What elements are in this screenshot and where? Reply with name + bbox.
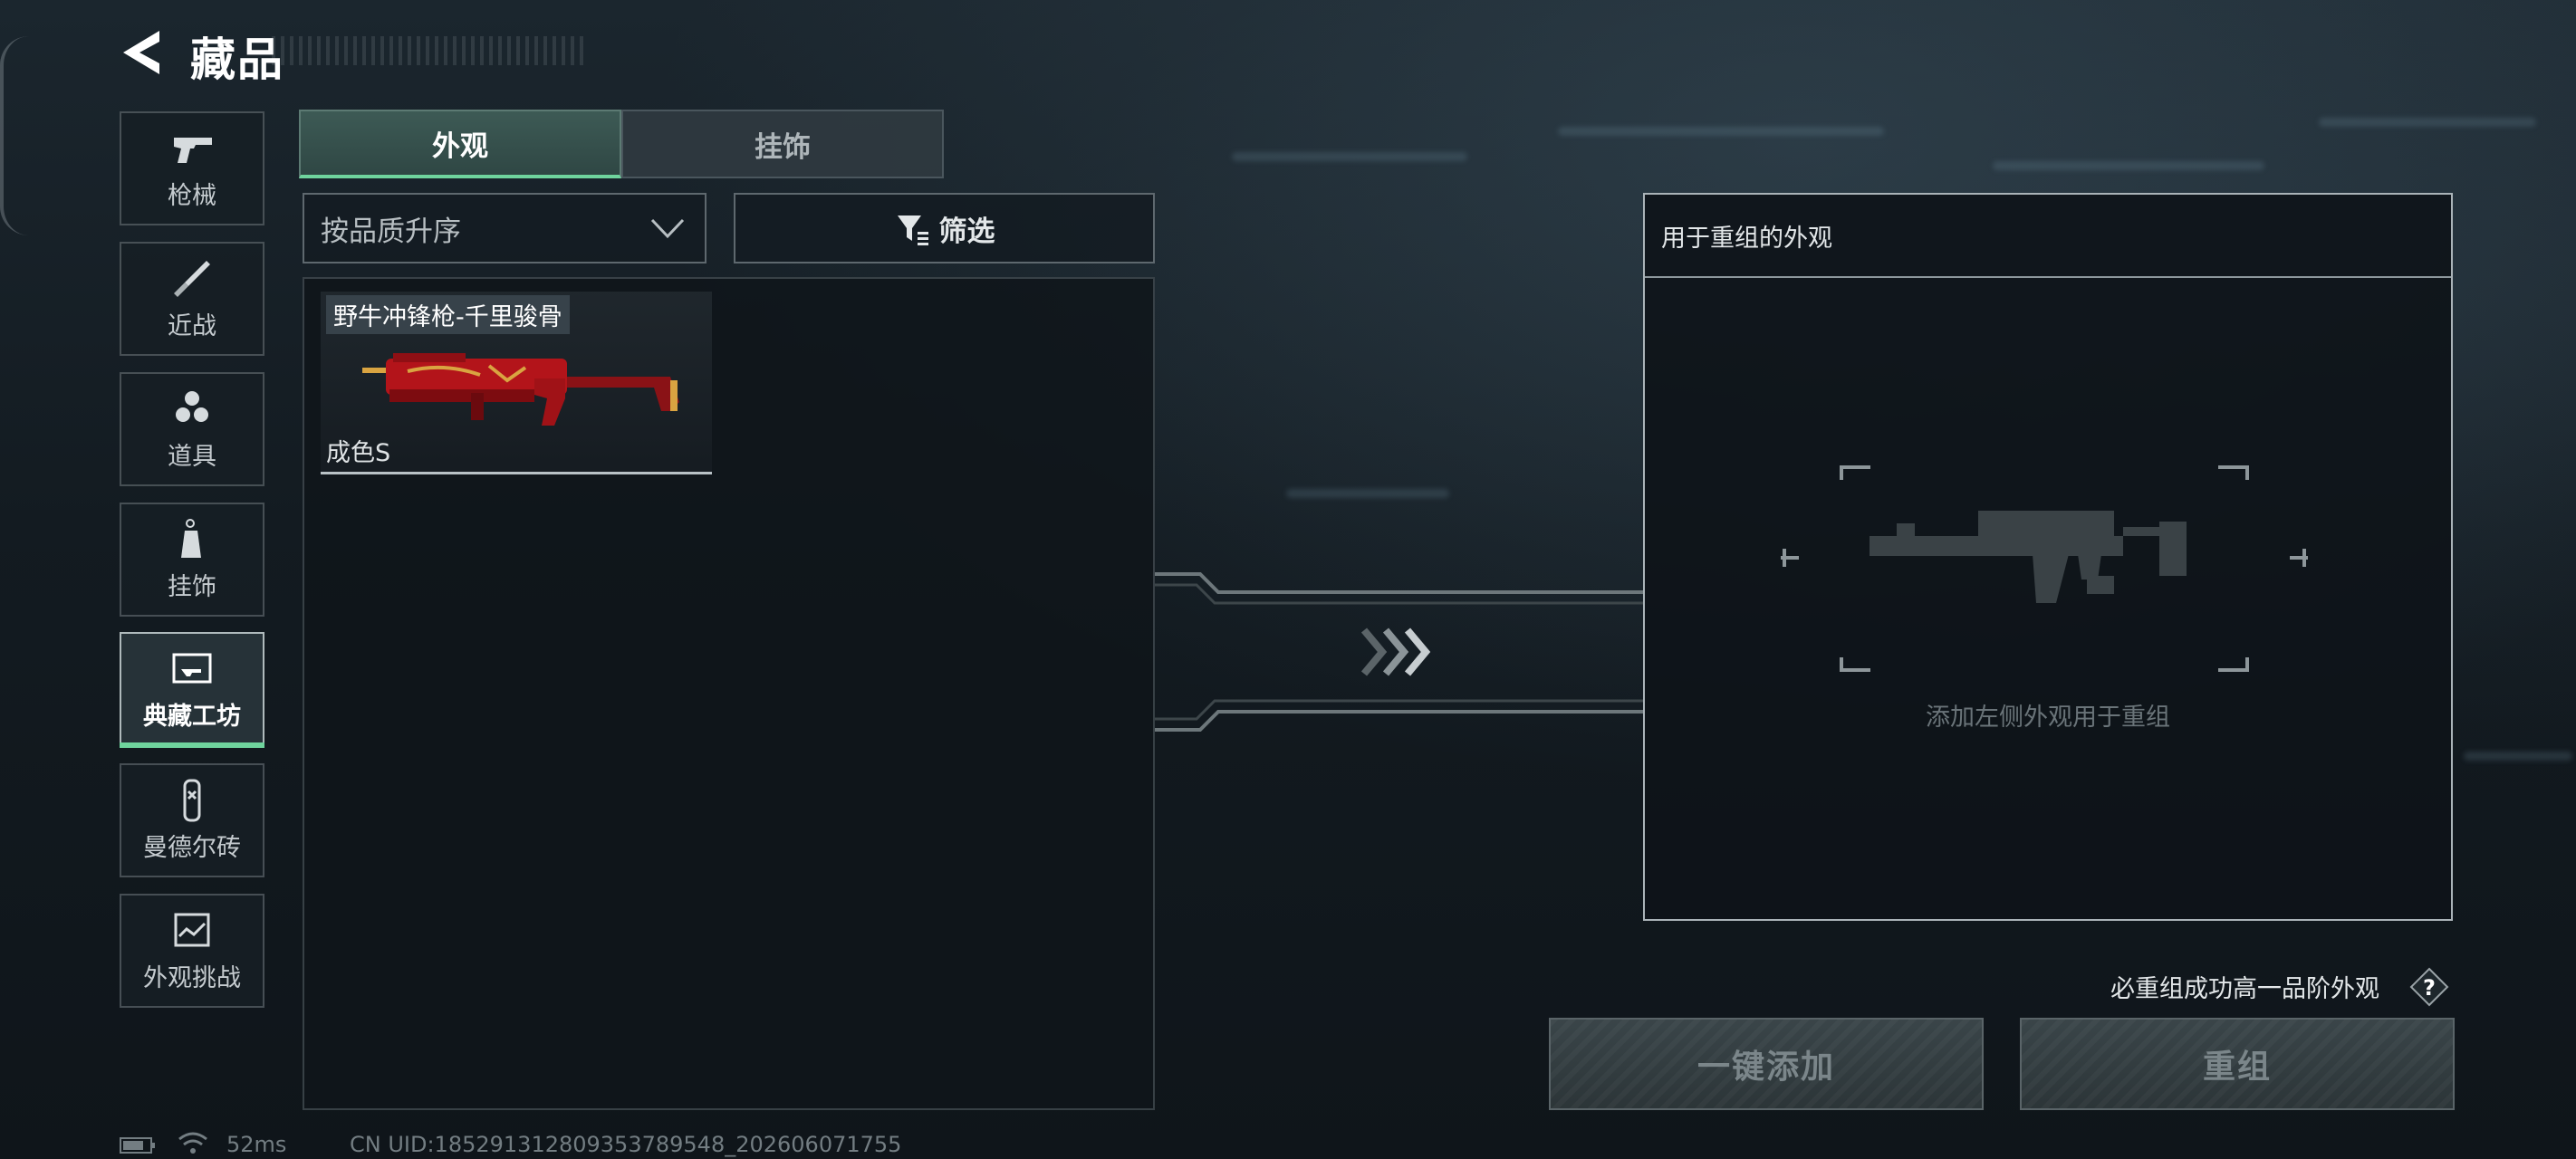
screen-edge-arc	[0, 36, 29, 235]
recombine-title: 用于重组的外观	[1661, 224, 1832, 253]
recombine-header: 用于重组的外观	[1645, 195, 2451, 278]
bg-streak	[2319, 118, 2536, 127]
mandel-brick-icon	[183, 779, 201, 821]
bg-streak	[1993, 161, 2264, 170]
sidebar-item-label: 枪械	[168, 181, 216, 210]
recombine-button-label: 重组	[2202, 1049, 2272, 1086]
title-decoration	[272, 36, 584, 65]
filter-label: 筛选	[938, 215, 995, 248]
back-arrow-icon[interactable]	[120, 27, 163, 78]
sidebar-item-mandel-brick[interactable]: 曼德尔砖	[120, 763, 264, 877]
guarantee-text: 必重组成功高一品阶外观	[2110, 975, 2379, 1003]
uid-text: CN UID:185291312809353789548_20260607175…	[350, 1132, 902, 1157]
workshop-icon	[172, 653, 212, 683]
smg-skin-image	[362, 353, 679, 426]
tab-appearance[interactable]: 外观	[299, 110, 621, 178]
ping-readout: 52ms	[226, 1132, 287, 1157]
bg-streak	[1286, 489, 1449, 498]
knife-icon	[174, 260, 210, 297]
one-click-add-label: 一键添加	[1697, 1049, 1835, 1086]
collection-screen: 藏品 枪械 近战 道具 挂饰 典藏工坊 曼德尔砖 外观挑战 外观 挂饰 按品质升…	[0, 0, 2576, 1159]
bg-streak	[1558, 127, 1884, 136]
filter-button[interactable]: 筛选	[734, 193, 1155, 263]
chevron-down-icon	[650, 218, 685, 239]
one-click-add-button[interactable]: 一键添加	[1549, 1018, 1984, 1110]
tab-label: 挂饰	[755, 130, 811, 164]
sidebar-item-label: 近战	[168, 311, 216, 340]
item-name: 野牛冲锋枪-千里骏骨	[326, 295, 570, 334]
sidebar-item-tools[interactable]: 道具	[120, 372, 264, 486]
item-card-underline	[321, 472, 712, 474]
battery-icon	[120, 1137, 155, 1154]
help-icon[interactable]: ?	[2409, 967, 2449, 1007]
sidebar-item-label: 典藏工坊	[143, 702, 241, 731]
sidebar-item-label: 挂饰	[168, 572, 216, 601]
charm-icon	[181, 518, 201, 558]
tab-label: 外观	[432, 129, 488, 163]
sort-value: 按品质升序	[321, 215, 461, 248]
page-title: 藏品	[190, 34, 284, 86]
chevron-right-icon	[1360, 627, 1431, 676]
item-grade: 成色S	[326, 439, 391, 467]
tab-charms[interactable]: 挂饰	[621, 110, 944, 178]
recombine-button[interactable]: 重组	[2020, 1018, 2455, 1110]
sidebar-item-label: 道具	[168, 442, 216, 471]
sidebar-item-label: 曼德尔砖	[143, 833, 241, 862]
sidebar-item-melee[interactable]: 近战	[120, 242, 264, 356]
pistol-icon	[174, 137, 212, 163]
bg-streak	[1232, 152, 1467, 161]
slot-hint: 添加左侧外观用于重组	[1926, 704, 2170, 732]
sidebar-item-challenge[interactable]: 外观挑战	[120, 894, 264, 1008]
challenge-icon	[174, 913, 210, 946]
sidebar-item-label: 外观挑战	[143, 963, 241, 992]
help-glyph: ?	[2423, 975, 2436, 1001]
item-card[interactable]: 野牛冲锋枪-千里骏骨 成色S	[321, 292, 712, 474]
filter-icon	[897, 216, 928, 245]
sidebar-item-guns[interactable]: 枪械	[120, 111, 264, 225]
grenades-icon	[176, 390, 208, 422]
active-indicator	[120, 742, 264, 748]
sort-dropdown[interactable]: 按品质升序	[303, 193, 706, 263]
wifi-icon	[178, 1132, 207, 1154]
empty-slot[interactable]	[1779, 464, 2310, 674]
sidebar-item-charms[interactable]: 挂饰	[120, 503, 264, 617]
bg-streak	[2464, 752, 2572, 761]
sidebar-item-workshop[interactable]: 典藏工坊	[120, 632, 264, 746]
